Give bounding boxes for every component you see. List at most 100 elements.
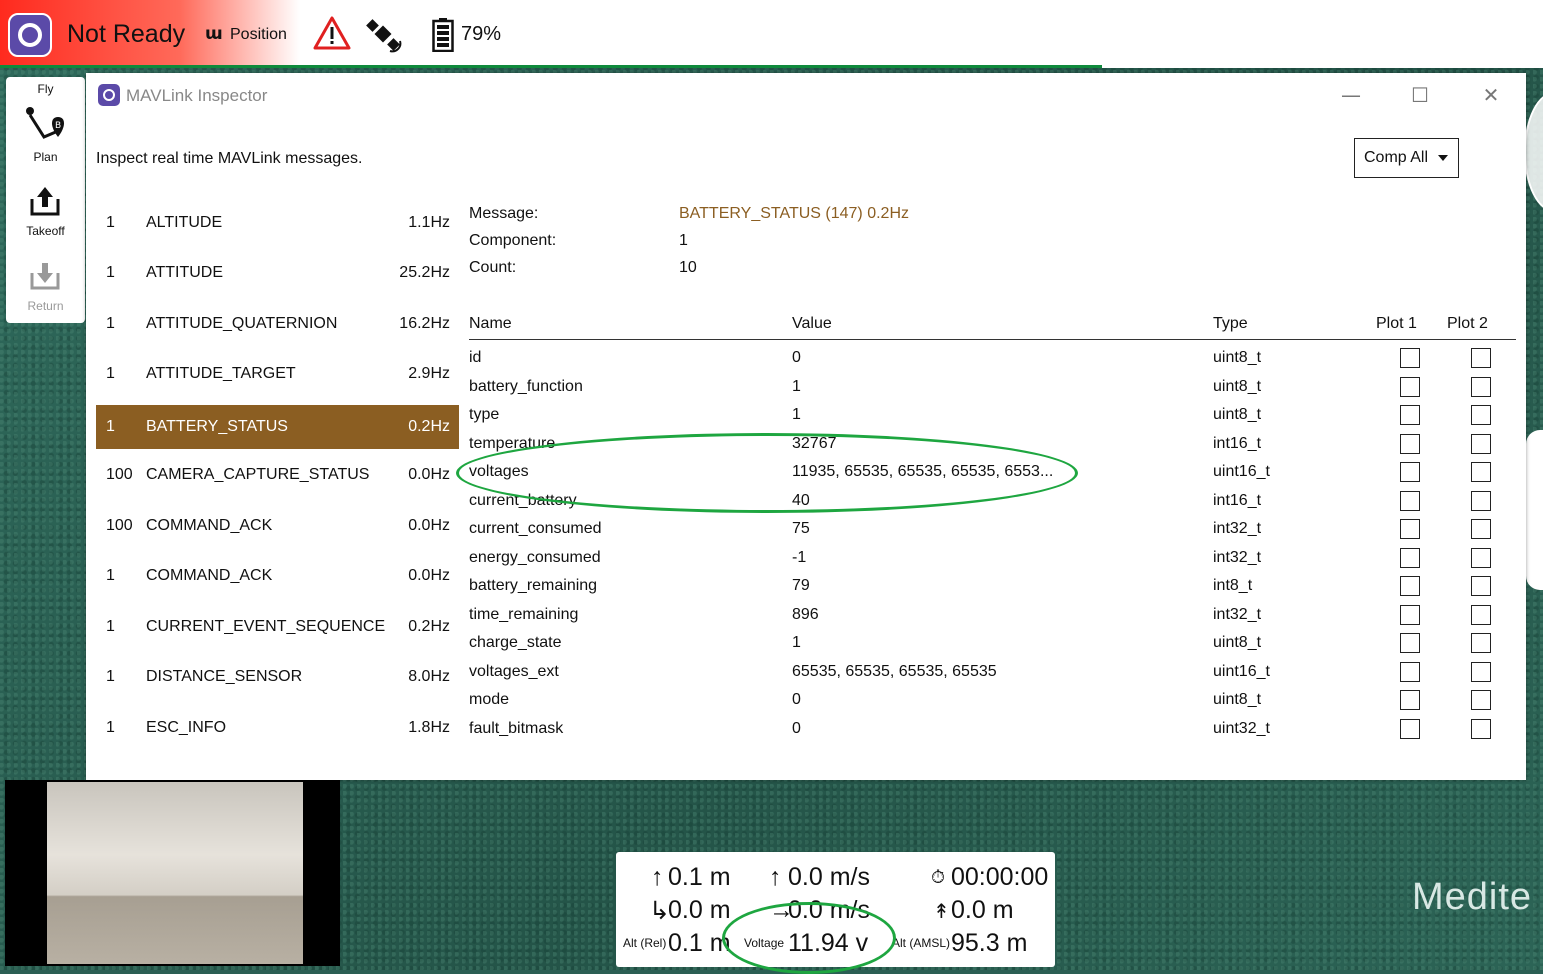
plot1-checkbox[interactable] [1400, 377, 1420, 397]
plan-tool-label[interactable]: Plan [6, 150, 85, 164]
message-name: DISTANCE_SENSOR [146, 668, 303, 685]
column-header-plot2: Plot 2 [1447, 315, 1488, 332]
field-row: battery_function 1 uint8_t [469, 374, 1516, 402]
plot2-checkbox[interactable] [1471, 434, 1491, 454]
message-row[interactable]: 1 COMMAND_ACK 0.0Hz [96, 554, 459, 598]
window-app-icon [98, 84, 120, 106]
flight-mode-icon: ɯ [205, 24, 223, 44]
takeoff-tool-label[interactable]: Takeoff [6, 224, 85, 238]
component-select[interactable]: Comp All [1354, 138, 1459, 178]
field-value: 896 [792, 606, 819, 623]
message-rate: 1.8Hz [408, 719, 450, 736]
plot2-checkbox[interactable] [1471, 462, 1491, 482]
field-name: time_remaining [469, 606, 579, 623]
plot2-checkbox[interactable] [1471, 633, 1491, 653]
field-name: battery_function [469, 378, 583, 395]
message-row[interactable]: 1 ESC_INFO 1.8Hz [96, 706, 459, 750]
plot1-checkbox[interactable] [1400, 633, 1420, 653]
field-name: mode [469, 691, 510, 708]
video-feed[interactable] [5, 780, 340, 966]
close-button[interactable]: ✕ [1474, 81, 1508, 109]
tool-strip: Fly B Plan Takeoff Return [6, 77, 85, 323]
message-name: ATTITUDE_TARGET [146, 365, 296, 382]
camera-control-panel[interactable] [1526, 430, 1543, 590]
plot1-checkbox[interactable] [1400, 690, 1420, 710]
plot2-checkbox[interactable] [1471, 576, 1491, 596]
plot2-checkbox[interactable] [1471, 377, 1491, 397]
maximize-button[interactable]: ☐ [1403, 81, 1437, 109]
message-name: ESC_INFO [146, 719, 227, 736]
minimize-button[interactable]: — [1334, 81, 1368, 109]
plot1-checkbox[interactable] [1400, 491, 1420, 511]
timer-icon: ⏱ [931, 867, 946, 887]
field-row: type 1 uint8_t [469, 402, 1516, 430]
return-icon[interactable] [29, 259, 61, 291]
message-row[interactable]: 1 ATTITUDE 25.2Hz [96, 251, 459, 295]
message-row[interactable]: 1 CURRENT_EVENT_SEQUENCE 0.2Hz [96, 605, 459, 649]
fly-tool-label[interactable]: Fly [6, 82, 85, 96]
plot1-checkbox[interactable] [1400, 348, 1420, 368]
battery-icon[interactable] [432, 18, 454, 52]
plot2-checkbox[interactable] [1471, 719, 1491, 739]
message-name: COMMAND_ACK [146, 517, 273, 534]
voltages-highlight-ellipse [456, 433, 1078, 513]
plot1-checkbox[interactable] [1400, 548, 1420, 568]
plot2-checkbox[interactable] [1471, 548, 1491, 568]
plan-icon[interactable]: B [24, 103, 68, 147]
field-type: int16_t [1213, 435, 1262, 452]
plot2-checkbox[interactable] [1471, 405, 1491, 425]
message-name: CURRENT_EVENT_SEQUENCE [146, 618, 386, 635]
vehicle-status[interactable]: Not Ready [67, 20, 185, 49]
plot2-checkbox[interactable] [1471, 519, 1491, 539]
plot1-checkbox[interactable] [1400, 519, 1420, 539]
flight-mode[interactable]: Position [230, 26, 287, 44]
plot2-checkbox[interactable] [1471, 348, 1491, 368]
message-row[interactable]: 1 ALTITUDE 1.1Hz [96, 201, 459, 245]
gps-satellite-icon[interactable] [366, 17, 402, 53]
alt-rel-label: Alt (Rel) [623, 936, 667, 950]
field-value: 1 [792, 378, 801, 395]
message-rate: 0.0Hz [408, 466, 450, 483]
message-rate: 0.2Hz [408, 618, 450, 635]
field-name: fault_bitmask [469, 720, 564, 737]
plot1-checkbox[interactable] [1400, 434, 1420, 454]
plot2-checkbox[interactable] [1471, 491, 1491, 511]
message-row-selected[interactable]: 1 BATTERY_STATUS 0.2Hz [96, 405, 459, 449]
plot2-checkbox[interactable] [1471, 605, 1491, 625]
plot1-checkbox[interactable] [1400, 719, 1420, 739]
return-tool-label[interactable]: Return [6, 299, 85, 313]
plot2-checkbox[interactable] [1471, 690, 1491, 710]
plot1-checkbox[interactable] [1400, 462, 1420, 482]
plot1-checkbox[interactable] [1400, 576, 1420, 596]
column-header-name: Name [469, 315, 512, 332]
top-toolbar: Not Ready ɯ Position 79% [0, 0, 1543, 68]
field-type: uint8_t [1213, 691, 1262, 708]
plot1-checkbox[interactable] [1400, 662, 1420, 682]
message-row[interactable]: 1 ATTITUDE_TARGET 2.9Hz [96, 352, 459, 396]
message-row[interactable]: 1 DISTANCE_SENSOR 8.0Hz [96, 655, 459, 699]
field-value: 0 [792, 349, 801, 366]
altitude-up-icon: ↑ [651, 863, 664, 891]
header-divider [469, 339, 1516, 340]
plot2-checkbox[interactable] [1471, 662, 1491, 682]
plot1-checkbox[interactable] [1400, 405, 1420, 425]
altitude-value: 0.1 m [668, 863, 731, 891]
field-row: charge_state 1 uint8_t [469, 630, 1516, 658]
takeoff-icon[interactable] [29, 185, 61, 217]
message-component: 1 [106, 418, 115, 435]
app-logo-icon[interactable] [8, 13, 52, 57]
field-type: uint16_t [1213, 463, 1270, 480]
message-name: ALTITUDE [146, 214, 223, 231]
plot1-checkbox[interactable] [1400, 605, 1420, 625]
mavlink-inspector-window: MAVLink Inspector — ☐ ✕ Inspect real tim… [86, 73, 1526, 780]
field-type: uint8_t [1213, 406, 1262, 423]
battery-percent[interactable]: 79% [461, 23, 501, 46]
field-type: int16_t [1213, 492, 1262, 509]
message-row[interactable]: 1 ATTITUDE_QUATERNION 16.2Hz [96, 302, 459, 346]
message-row[interactable]: 100 CAMERA_CAPTURE_STATUS 0.0Hz [96, 453, 459, 497]
message-row[interactable]: 100 COMMAND_ACK 0.0Hz [96, 504, 459, 548]
warning-icon[interactable] [313, 16, 351, 50]
map-label: Medite [1412, 876, 1533, 918]
message-component: 1 [106, 315, 115, 332]
field-value: 65535, 65535, 65535, 65535 [792, 663, 997, 680]
